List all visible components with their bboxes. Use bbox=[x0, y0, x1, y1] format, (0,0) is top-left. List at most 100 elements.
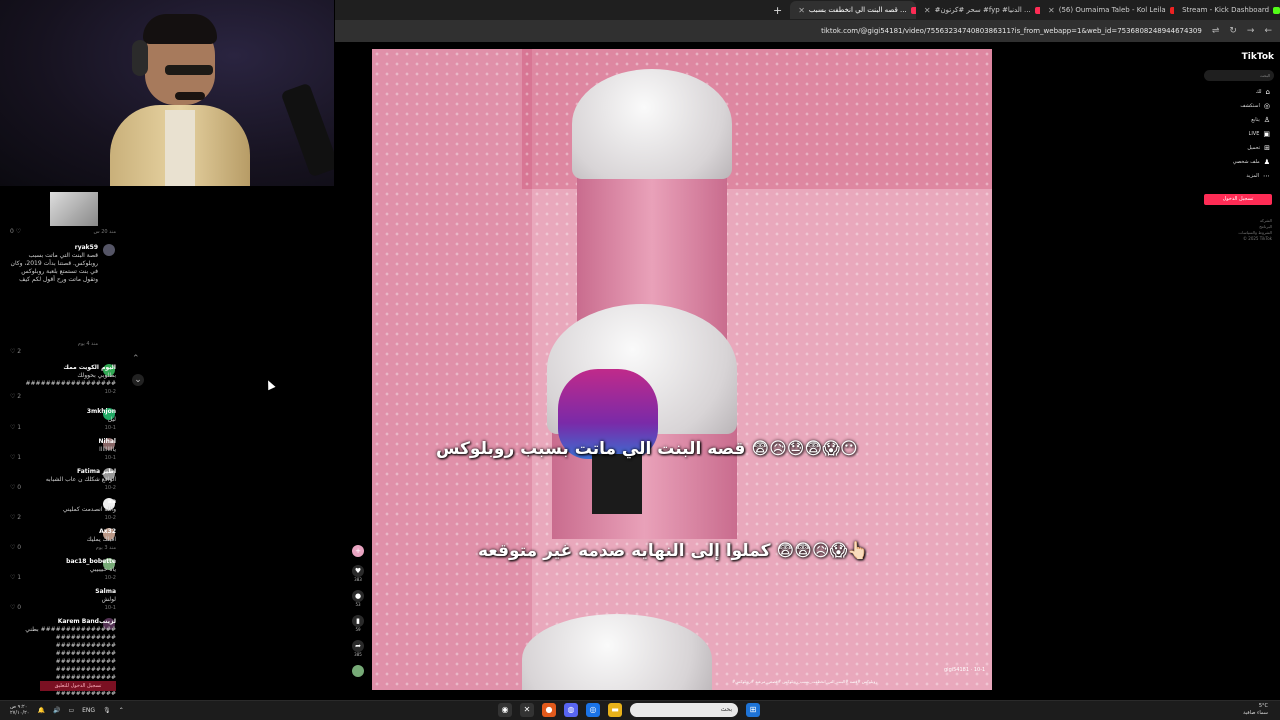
comments-panel[interactable]: منذ 20 س 0 ♡ ryak59 قصة البنت التي ماتت … bbox=[0, 186, 334, 700]
desktop: منذ 20 س 0 ♡ ryak59 قصة البنت التي ماتت … bbox=[0, 0, 1280, 720]
chrome-icon[interactable]: ◎ bbox=[586, 703, 600, 717]
comment: ryak59 قصة البنت التي ماتت بسبب روبلوكس.… bbox=[10, 244, 98, 347]
close-icon[interactable]: ✕ bbox=[924, 6, 931, 15]
browser-tab-bar: + ✕ قصه البنت الي انخطفت بسبب ... ✕ #سحر #… bbox=[335, 0, 1280, 20]
discord-icon[interactable]: ◍ bbox=[564, 703, 578, 717]
close-icon[interactable]: ✕ bbox=[798, 6, 805, 15]
url-text[interactable]: tiktok.com/@gigi54181/video/755632347408… bbox=[821, 27, 1202, 35]
comment-icon[interactable]: ● bbox=[352, 590, 364, 602]
comment-button[interactable]: ● 53 bbox=[352, 590, 364, 607]
notification-icon[interactable]: 🔔 bbox=[37, 707, 44, 714]
live-icon: ▣ bbox=[1263, 130, 1270, 138]
video-actions: + ♥ 383 ● 53 ▮ 59 ➦ 385 bbox=[349, 545, 367, 677]
tune-icon[interactable]: ⇌ bbox=[1212, 26, 1220, 36]
caption-top: قصه البنت الي ماتت بسبب روبلوكس 😨😥😓😨😱😶 bbox=[436, 439, 858, 459]
heart-icon[interactable]: ♥ bbox=[352, 565, 364, 577]
like-count[interactable]: ♡ 0 bbox=[10, 544, 21, 551]
nav-upload[interactable]: تحميل ⊞ bbox=[1247, 144, 1270, 152]
kick-icon bbox=[1273, 6, 1280, 14]
capcut-icon[interactable]: ✕ bbox=[520, 703, 534, 717]
comment: Nihal يااااااااا 10-1 bbox=[98, 438, 116, 461]
nav-profile[interactable]: ملف شخصي ♟ bbox=[1233, 158, 1270, 166]
video-player[interactable]: قصه البنت الي ماتت بسبب روبلوكس 😨😥😓😨😱😶 ك… bbox=[372, 49, 992, 690]
nav-for-you[interactable]: لك ⌂ bbox=[1256, 88, 1270, 96]
avatar[interactable] bbox=[103, 244, 115, 256]
like-count[interactable]: ♡ 1 bbox=[10, 424, 21, 431]
comment: aa والله انصدمت كمليني 10-2 bbox=[62, 498, 116, 521]
like-count[interactable]: ♡ 1 bbox=[10, 574, 21, 581]
save-button[interactable]: ▮ 59 bbox=[352, 615, 364, 632]
comment: اليوم الكويت ممك بطلوبي بحوولك ###########… bbox=[25, 364, 117, 395]
app-icon[interactable]: ● bbox=[542, 703, 556, 717]
compass-icon: ◎ bbox=[1263, 102, 1270, 110]
taskbar: ٩:٢٠ ص ٢٧/١٠/٢٠ 🔔 🔊 ▭ ENG 🎙 ⌃ ◉ ✕ ● ◍ ◎ ▬… bbox=[0, 700, 1280, 720]
volume-icon[interactable]: 🔊 bbox=[53, 707, 60, 714]
nav-explore[interactable]: استكشف ◎ bbox=[1240, 102, 1270, 110]
tab[interactable]: Stream - Kick Dashboard bbox=[1174, 1, 1280, 19]
tab[interactable]: ✕ (56) Oumaima Taleb - Kol Leila bbox=[1040, 1, 1175, 19]
dome bbox=[572, 69, 732, 179]
address-bar[interactable]: tiktok.com/@gigi54181/video/755632347408… bbox=[335, 20, 1280, 42]
like-button[interactable]: ♥ 383 bbox=[352, 565, 364, 582]
tray-arrow-icon[interactable]: ⌃ bbox=[119, 707, 124, 714]
profile-icon: ♟ bbox=[1263, 158, 1270, 166]
video-author[interactable]: gigi54181 · 10-1 bbox=[944, 667, 985, 673]
tiktok-logo[interactable]: TikTok bbox=[1242, 52, 1274, 62]
sound-disc[interactable] bbox=[352, 665, 364, 677]
file-explorer-icon[interactable]: ▬ bbox=[608, 703, 622, 717]
new-tab-icon[interactable]: + bbox=[765, 4, 790, 17]
avatar-icon[interactable]: + bbox=[352, 545, 364, 557]
forward-icon[interactable]: → bbox=[1247, 26, 1255, 36]
bookmark-icon[interactable]: ▮ bbox=[352, 615, 364, 627]
comment: Ax32 اقبلك يمليك منذ 3 يوم bbox=[86, 528, 116, 551]
tab[interactable]: ✕ #سحر #كرتون #fyp #الدنيا ... bbox=[916, 1, 1041, 19]
comment: bac18_bobette ياه حبيبيبي 10-2 bbox=[66, 558, 116, 581]
streamer bbox=[110, 10, 250, 186]
weather-widget[interactable]: 5°C سماء صافية bbox=[1243, 703, 1268, 717]
chevron-down-icon[interactable]: ⌄ bbox=[132, 374, 144, 386]
mic-icon[interactable]: 🎙 bbox=[103, 707, 111, 714]
system-tray: ٩:٢٠ ص ٢٧/١٠/٢٠ 🔔 🔊 ▭ ENG 🎙 ⌃ bbox=[10, 704, 124, 716]
clock[interactable]: ٩:٢٠ ص ٢٧/١٠/٢٠ bbox=[10, 704, 29, 716]
nav-live[interactable]: LIVE ▣ bbox=[1249, 130, 1270, 138]
language-indicator[interactable]: ENG bbox=[82, 707, 95, 714]
comment-image bbox=[50, 192, 98, 226]
home-icon: ⌂ bbox=[1265, 88, 1270, 96]
upload-icon: ⊞ bbox=[1264, 144, 1270, 152]
close-icon[interactable]: ✕ bbox=[1048, 6, 1055, 15]
like-count[interactable]: ♡ 0 bbox=[10, 484, 21, 491]
comment: 3mkhjon ليل 10-1 bbox=[86, 408, 116, 431]
back-icon[interactable]: ← bbox=[1264, 26, 1272, 36]
nav-following[interactable]: يتابع ♙ bbox=[1251, 116, 1270, 124]
share-icon[interactable]: ➦ bbox=[352, 640, 364, 652]
headset bbox=[132, 40, 148, 76]
nav-menu: لك ⌂ استكشف ◎ يتابع ♙ LIVE ▣ تحميل ⊞ ملف شخصي… bbox=[1233, 88, 1270, 180]
like-count[interactable]: ♡ 2 bbox=[10, 514, 21, 521]
reload-icon[interactable]: ↻ bbox=[1229, 26, 1237, 36]
music-disc-icon[interactable] bbox=[352, 665, 364, 677]
like-count[interactable]: ♡ 2 bbox=[10, 348, 21, 355]
tab-active[interactable]: ✕ قصه البنت الي انخطفت بسبب ... bbox=[790, 1, 916, 19]
login-button[interactable]: تسجيل الدخول bbox=[1204, 194, 1272, 205]
network-icon[interactable]: ▭ bbox=[68, 707, 74, 714]
like-count[interactable]: ♡ 2 bbox=[10, 393, 21, 400]
like-count[interactable]: ♡ 1 bbox=[10, 454, 21, 461]
webcam-feed bbox=[0, 0, 334, 186]
app-icon[interactable]: ◉ bbox=[498, 703, 512, 717]
like-count[interactable]: 0 ♡ bbox=[10, 228, 21, 235]
search-box[interactable]: بحث bbox=[630, 703, 738, 717]
share-button[interactable]: ➦ 385 bbox=[352, 640, 364, 657]
login-to-comment-button[interactable]: تسجيل الدخول للتعليق bbox=[40, 681, 116, 691]
more-icon: ⋯ bbox=[1263, 172, 1270, 180]
windows-start-icon[interactable]: ⊞ bbox=[746, 703, 760, 717]
chevron-up-icon[interactable]: ⌃ bbox=[132, 354, 140, 364]
comment: Fatima اطير الواقع شكلك ن عاب الشبابه 10-2 bbox=[45, 468, 116, 491]
comment: Salma لولش 10-1 bbox=[95, 588, 116, 611]
microphone bbox=[280, 82, 334, 178]
search-input[interactable]: البحث bbox=[1204, 70, 1274, 81]
creator-avatar[interactable]: + bbox=[352, 545, 364, 557]
nav-more[interactable]: المزيد ⋯ bbox=[1246, 172, 1270, 180]
like-count[interactable]: ♡ 0 bbox=[10, 604, 21, 611]
video-hashtags[interactable]: #روبلوكس #قصه #البنت_التي_انخطفت_بسبب_رو… bbox=[732, 679, 877, 684]
caption-bottom: كملوا إلى النهايه صدمه غير متوقعه 😨😨😥😱👆🏻 bbox=[478, 541, 869, 561]
